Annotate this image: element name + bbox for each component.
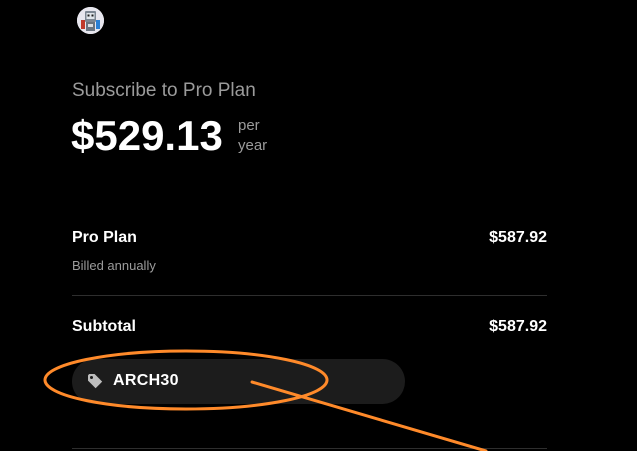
plan-price: $587.92 bbox=[489, 229, 547, 246]
divider bbox=[72, 295, 547, 296]
divider bbox=[72, 448, 547, 449]
subscribe-title: Subscribe to Pro Plan bbox=[72, 80, 256, 101]
plan-name: Pro Plan bbox=[72, 229, 137, 246]
subscription-price: $529.13 bbox=[71, 112, 223, 159]
period-label: year bbox=[238, 137, 268, 154]
billing-note: Billed annually bbox=[72, 258, 156, 273]
billing-period: per year bbox=[238, 116, 267, 156]
subtotal-label: Subtotal bbox=[72, 318, 136, 335]
subtotal-value: $587.92 bbox=[489, 318, 547, 335]
avatar bbox=[77, 7, 104, 34]
promo-code: ARCH30 bbox=[113, 372, 179, 389]
promo-code-chip[interactable]: ARCH30 bbox=[72, 359, 405, 404]
robot-avatar-icon bbox=[77, 7, 104, 34]
tag-icon bbox=[88, 374, 103, 389]
per-label: per bbox=[238, 117, 260, 134]
